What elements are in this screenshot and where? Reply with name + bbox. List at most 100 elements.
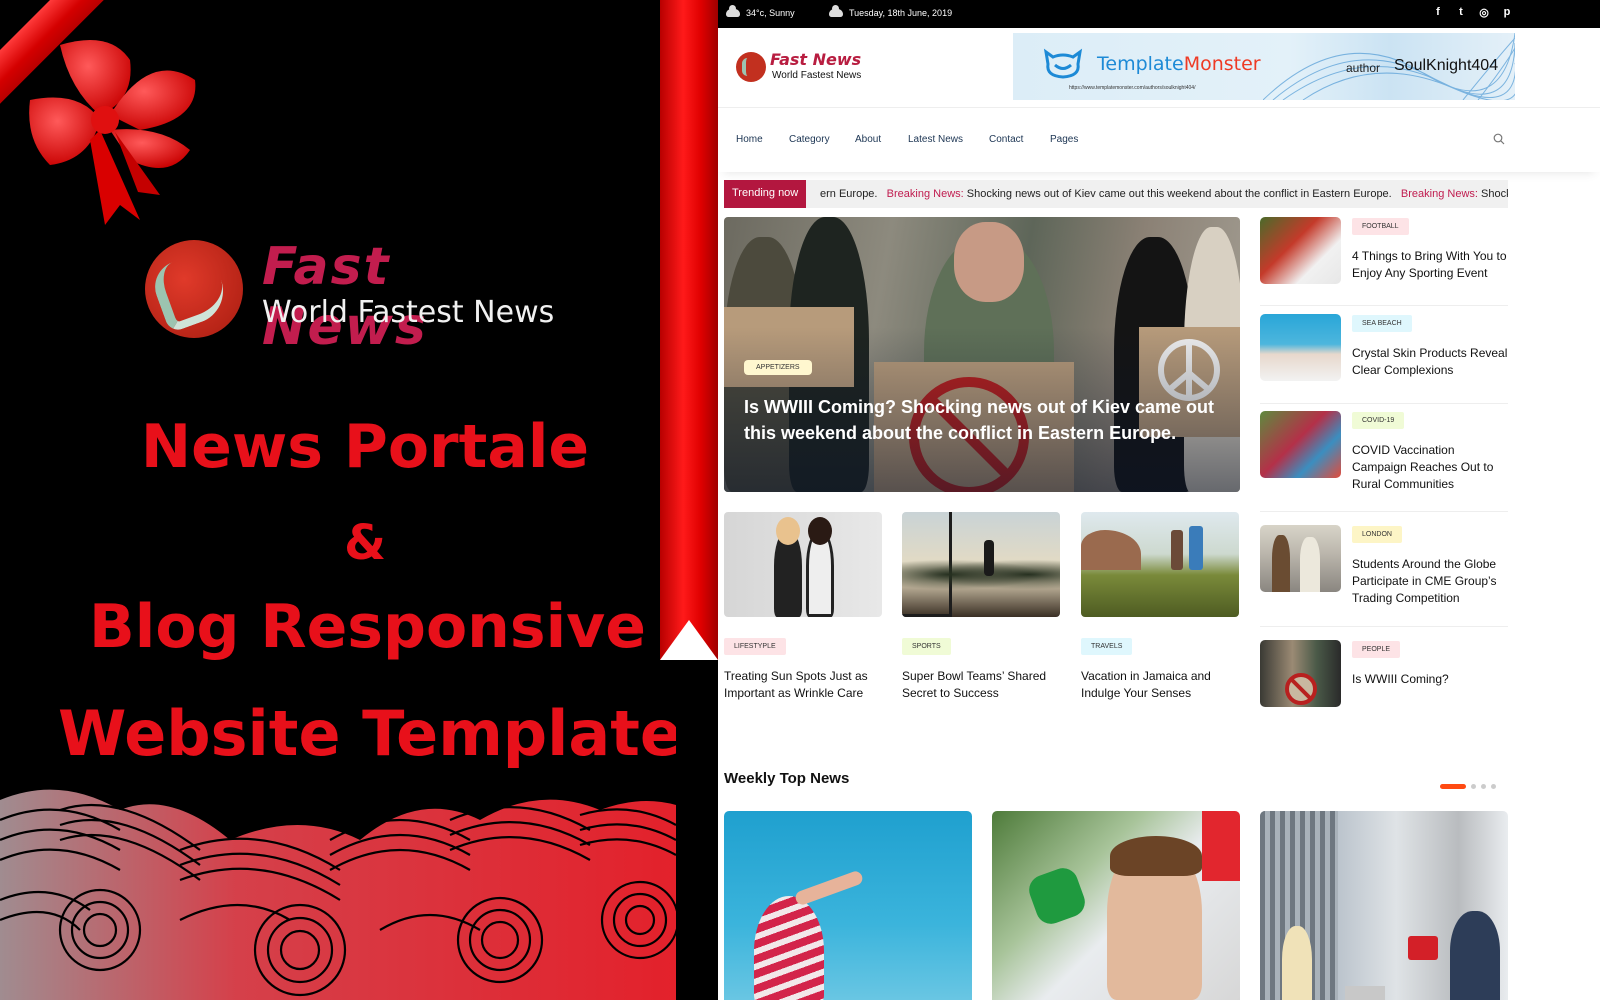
decorative-waves [0, 789, 676, 1000]
article-title[interactable]: Treating Sun Spots Just as Important as … [724, 668, 894, 702]
promo-panel: Fast News World Fastest News News Portal… [0, 0, 676, 1000]
twitter-icon[interactable]: t [1456, 6, 1466, 19]
article-card[interactable]: LIFESTYPLE Treating Sun Spots Just as Im… [724, 512, 882, 700]
carousel-dot[interactable] [1471, 784, 1476, 789]
search-icon[interactable] [1493, 133, 1505, 145]
nav-contact[interactable]: Contact [989, 134, 1023, 145]
ticker-item-text: Shocking news out of Kiev came out this … [1481, 188, 1508, 200]
ribbon-notch [660, 620, 718, 660]
vertical-ribbon [660, 0, 718, 660]
weekly-top-news-heading: Weekly Top News [724, 770, 850, 787]
sidebar-category-badge[interactable]: PEOPLE [1352, 641, 1401, 658]
logo-brand: Fast News [770, 50, 862, 69]
weekly-card[interactable] [992, 811, 1240, 1000]
sidebar-thumbnail [1260, 411, 1341, 478]
date-text: Tuesday, 18th June, 2019 [849, 8, 953, 18]
carousel-dot[interactable] [1491, 784, 1496, 789]
site-header: Fast News World Fastest News TemplateMon… [718, 28, 1600, 108]
logo-emblem-icon [736, 52, 766, 82]
sidebar-title[interactable]: COVID Vaccination Campaign Reaches Out t… [1352, 442, 1512, 493]
website-preview: 34°c, Sunny Tuesday, 18th June, 2019 f t… [718, 0, 1600, 1000]
sidebar-category-badge[interactable]: SEA BEACH [1352, 315, 1412, 332]
ad-banner[interactable]: TemplateMonster https://www.templatemons… [1013, 33, 1515, 100]
article-card[interactable]: SPORTS Super Bowl Teams’ Shared Secret t… [902, 512, 1060, 700]
banner-author-label: author [1346, 61, 1381, 75]
sidebar-article[interactable]: LONDON Students Around the Globe Partici… [1260, 525, 1508, 615]
ticker-item-prefix: Breaking News: [886, 188, 964, 200]
date-info: Tuesday, 18th June, 2019 [829, 5, 953, 18]
promo-headline-2: & [344, 515, 386, 571]
site-logo[interactable]: Fast News World Fastest News [736, 50, 876, 86]
promo-headline-1: News Portale [140, 412, 590, 482]
promo-headline-4: Website Template [58, 697, 676, 770]
top-bar: 34°c, Sunny Tuesday, 18th June, 2019 f t… [718, 0, 1600, 28]
logo-tagline: World Fastest News [772, 70, 862, 81]
weather-info: 34°c, Sunny [726, 5, 795, 18]
banner-url: https://www.templatemonster.com/authors/… [1069, 85, 1196, 91]
promo-tagline: World Fastest News [262, 295, 555, 330]
ticker-item-prefix: Breaking News: [1400, 188, 1478, 200]
main-nav: Home Category About Latest News Contact … [718, 108, 1600, 172]
sidebar-title[interactable]: Crystal Skin Products Reveal Clear Compl… [1352, 345, 1512, 379]
ticker-fragment: ern Europe. [820, 188, 878, 200]
nav-pages[interactable]: Pages [1050, 134, 1078, 145]
date-cloud-icon [829, 5, 843, 17]
nav-about[interactable]: About [855, 134, 881, 145]
sidebar-category-badge[interactable]: LONDON [1352, 526, 1402, 543]
ticker-track[interactable]: ern Europe. Breaking News: Shocking news… [820, 188, 1508, 200]
sidebar-thumbnail [1260, 314, 1341, 381]
divider [1260, 626, 1508, 627]
banner-brand-name: TemplateMonster [1097, 53, 1261, 75]
sidebar-category-badge[interactable]: FOOTBALL [1352, 218, 1409, 235]
gift-bow-icon [29, 40, 196, 225]
logo-emblem-icon [145, 240, 243, 338]
sidebar-title[interactable]: 4 Things to Bring With You to Enjoy Any … [1352, 248, 1512, 282]
nav-latest-news[interactable]: Latest News [908, 134, 963, 145]
divider [1260, 511, 1508, 512]
weather-text: 34°c, Sunny [746, 8, 795, 18]
carousel-dot-active[interactable] [1440, 784, 1466, 789]
sidebar-article[interactable]: COVID-19 COVID Vaccination Campaign Reac… [1260, 411, 1508, 501]
social-links: f t ◎ p [1433, 6, 1512, 19]
weekly-card-image [1202, 811, 1240, 881]
article-image [902, 512, 1060, 617]
sidebar-thumbnail [1260, 217, 1341, 284]
article-category-badge[interactable]: SPORTS [902, 638, 951, 655]
article-card[interactable]: TRAVELS Vacation in Jamaica and Indulge … [1081, 512, 1239, 700]
article-category-badge[interactable]: LIFESTYPLE [724, 638, 786, 655]
sidebar-category-badge[interactable]: COVID-19 [1352, 412, 1405, 429]
sidebar-title[interactable]: Is WWIII Coming? [1352, 671, 1512, 688]
hero-overlay [724, 217, 1240, 492]
weekly-card-image [754, 896, 824, 1000]
pinterest-icon[interactable]: p [1502, 6, 1512, 19]
trending-ticker: Trending now ern Europe. Breaking News: … [724, 180, 1508, 208]
article-title[interactable]: Super Bowl Teams’ Shared Secret to Succe… [902, 668, 1072, 702]
nav-home[interactable]: Home [736, 134, 763, 145]
banner-author-name: SoulKnight404 [1394, 57, 1499, 74]
carousel-dot[interactable] [1481, 784, 1486, 789]
weather-cloud-icon [726, 5, 740, 17]
trending-label: Trending now [724, 180, 807, 208]
article-title[interactable]: Vacation in Jamaica and Indulge Your Sen… [1081, 668, 1251, 702]
sidebar-thumbnail [1260, 640, 1341, 707]
weekly-card[interactable] [1260, 811, 1508, 1000]
sidebar-thumbnail [1260, 525, 1341, 592]
nav-category[interactable]: Category [789, 134, 830, 145]
sidebar-article[interactable]: PEOPLE Is WWIII Coming? [1260, 640, 1508, 710]
sidebar-article[interactable]: SEA BEACH Crystal Skin Products Reveal C… [1260, 314, 1508, 384]
hero-article[interactable]: APPETIZERS Is WWIII Coming? Shocking new… [724, 217, 1240, 492]
templatemonster-logo-icon [1043, 48, 1083, 79]
hero-category-badge[interactable]: APPETIZERS [744, 360, 812, 375]
promo-logo: Fast News World Fastest News [140, 235, 570, 357]
article-category-badge[interactable]: TRAVELS [1081, 638, 1133, 655]
facebook-icon[interactable]: f [1433, 6, 1443, 19]
weekly-card[interactable] [724, 811, 972, 1000]
article-image [724, 512, 882, 617]
hero-title[interactable]: Is WWIII Coming? Shocking news out of Ki… [744, 394, 1224, 446]
carousel-pagination [1440, 784, 1496, 789]
sidebar-title[interactable]: Students Around the Globe Participate in… [1352, 556, 1512, 607]
divider [1260, 305, 1508, 306]
sidebar-article[interactable]: FOOTBALL 4 Things to Bring With You to E… [1260, 217, 1508, 287]
ticker-item-text: Shocking news out of Kiev came out this … [963, 188, 1392, 200]
instagram-icon[interactable]: ◎ [1479, 6, 1489, 19]
